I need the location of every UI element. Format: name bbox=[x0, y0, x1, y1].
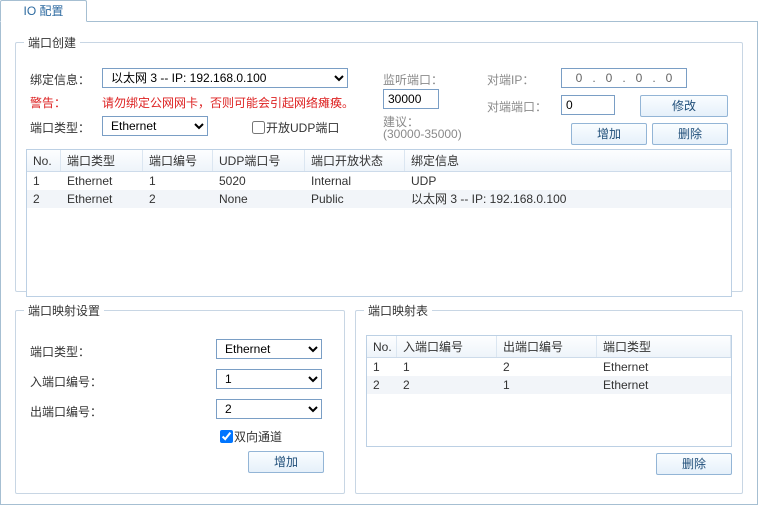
select-in-port[interactable]: 1 bbox=[216, 369, 322, 389]
table-row[interactable]: 1 1 2 Ethernet bbox=[367, 358, 731, 376]
label-open-udp: 开放UDP端口 bbox=[266, 119, 339, 136]
fieldset-port-create: 端口创建 绑定信息： 以太网 3 -- IP: 192.168.0.100 警告… bbox=[15, 34, 743, 292]
label-out-port: 出端口编号： bbox=[30, 403, 102, 420]
button-add-mapping[interactable]: 增加 bbox=[248, 451, 324, 473]
label-listen-port: 监听端口： bbox=[383, 71, 443, 88]
table-ports[interactable]: No. 端口类型 端口编号 UDP端口号 端口开放状态 绑定信息 1 Ether… bbox=[26, 149, 732, 297]
select-out-port[interactable]: 2 bbox=[216, 399, 322, 419]
select-bind-info[interactable]: 以太网 3 -- IP: 192.168.0.100 bbox=[102, 68, 348, 88]
peer-ip-0: 0 bbox=[566, 71, 592, 85]
peer-ip-2: 0 bbox=[626, 71, 652, 85]
table-mapping-body: 1 1 2 Ethernet 2 2 1 Ethernet bbox=[367, 358, 731, 394]
mcol-out: 出端口编号 bbox=[497, 336, 597, 357]
table-mapping[interactable]: No. 入端口编号 出端口编号 端口类型 1 1 2 Ethernet 2 2 … bbox=[366, 335, 732, 447]
table-mapping-header: No. 入端口编号 出端口编号 端口类型 bbox=[367, 336, 731, 358]
col-port-id: 端口编号 bbox=[143, 150, 213, 171]
col-open-state: 端口开放状态 bbox=[305, 150, 405, 171]
col-udp-port: UDP端口号 bbox=[213, 150, 305, 171]
label-warning: 警告： bbox=[30, 94, 66, 111]
checkbox-bidirectional[interactable] bbox=[220, 430, 233, 443]
io-config-panel: 端口创建 绑定信息： 以太网 3 -- IP: 192.168.0.100 警告… bbox=[0, 21, 758, 505]
checkbox-open-udp[interactable] bbox=[252, 121, 265, 134]
table-row[interactable]: 2 Ethernet 2 None Public 以太网 3 -- IP: 19… bbox=[27, 190, 731, 208]
button-add-port[interactable]: 增加 bbox=[571, 123, 647, 145]
select-map-port-type[interactable]: Ethernet bbox=[216, 339, 322, 359]
table-ports-header: No. 端口类型 端口编号 UDP端口号 端口开放状态 绑定信息 bbox=[27, 150, 731, 172]
label-peer-port: 对端端口： bbox=[487, 98, 547, 115]
peer-ip-1: 0 bbox=[596, 71, 622, 85]
mcol-in: 入端口编号 bbox=[397, 336, 497, 357]
mcol-type: 端口类型 bbox=[597, 336, 731, 357]
fieldset-port-map-table: 端口映射表 No. 入端口编号 出端口编号 端口类型 1 1 2 Etherne… bbox=[355, 302, 743, 494]
button-delete-port[interactable]: 删除 bbox=[652, 123, 728, 145]
mcol-no: No. bbox=[367, 336, 397, 357]
button-modify[interactable]: 修改 bbox=[640, 95, 728, 117]
table-ports-body: 1 Ethernet 1 5020 Internal UDP 2 Etherne… bbox=[27, 172, 731, 208]
label-advice-range: (30000-35000) bbox=[383, 127, 462, 141]
legend-map-table: 端口映射表 bbox=[364, 302, 432, 319]
label-bind-info: 绑定信息： bbox=[30, 71, 90, 88]
text-warning: 请勿绑定公网网卡，否则可能会引起网络瘫痪。 bbox=[102, 94, 354, 111]
table-row[interactable]: 1 Ethernet 1 5020 Internal UDP bbox=[27, 172, 731, 190]
button-delete-mapping[interactable]: 删除 bbox=[656, 453, 732, 475]
input-peer-ip[interactable]: 0. 0. 0. 0 bbox=[561, 68, 687, 88]
tab-io-config[interactable]: IO 配置 bbox=[0, 0, 87, 22]
col-no: No. bbox=[27, 150, 61, 171]
legend-map-config: 端口映射设置 bbox=[24, 302, 104, 319]
label-in-port: 入端口编号： bbox=[30, 373, 102, 390]
label-peer-ip: 对端IP： bbox=[487, 71, 534, 88]
peer-ip-3: 0 bbox=[656, 71, 682, 85]
label-map-port-type: 端口类型： bbox=[30, 343, 90, 360]
select-port-type[interactable]: Ethernet bbox=[102, 116, 208, 136]
input-peer-port[interactable] bbox=[561, 95, 615, 115]
col-bind-info: 绑定信息 bbox=[405, 150, 731, 171]
legend-port-create: 端口创建 bbox=[24, 34, 80, 51]
label-port-type: 端口类型： bbox=[30, 119, 90, 136]
table-row[interactable]: 2 2 1 Ethernet bbox=[367, 376, 731, 394]
col-port-type: 端口类型 bbox=[61, 150, 143, 171]
label-bidirectional: 双向通道 bbox=[234, 428, 282, 445]
input-listen-port[interactable] bbox=[383, 89, 439, 109]
fieldset-port-map-config: 端口映射设置 端口类型： Ethernet 入端口编号： 1 出端口编号： 2 … bbox=[15, 302, 345, 494]
